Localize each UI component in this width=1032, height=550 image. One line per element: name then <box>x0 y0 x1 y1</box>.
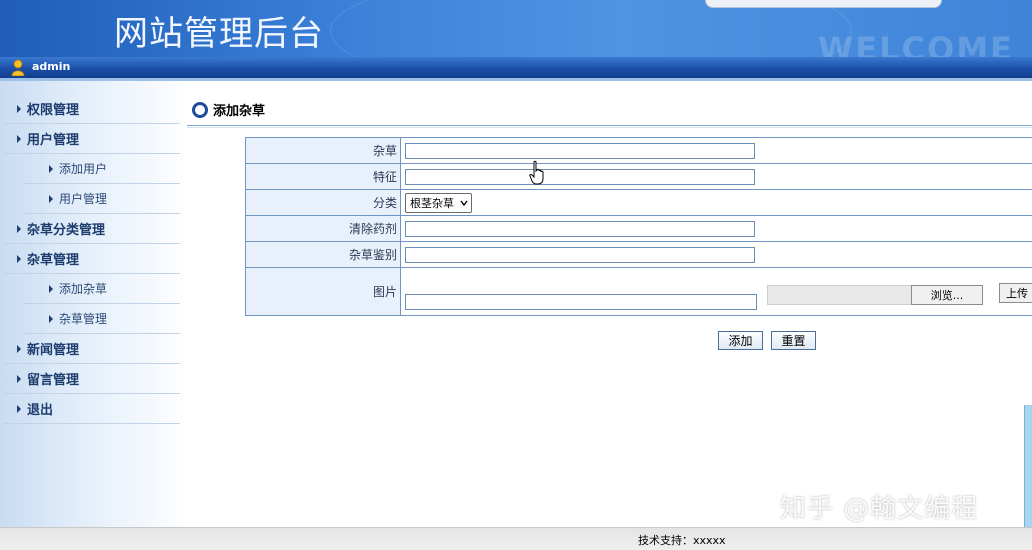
feature-label: 特征 <box>246 164 401 190</box>
sidebar-item-label: 新闻管理 <box>27 339 79 358</box>
add-button[interactable]: 添加 <box>718 331 763 350</box>
caret-right-icon <box>49 195 53 203</box>
image-label: 图片 <box>246 268 401 316</box>
caret-right-icon <box>49 165 53 173</box>
sidebar-item-label: 杂草管理 <box>27 249 79 268</box>
sidebar-item-logout[interactable]: 退出 <box>4 394 180 424</box>
bullet-circle-icon <box>192 102 208 118</box>
user-bar: admin <box>0 57 1032 78</box>
header-banner: 网站管理后台 WELCOME <box>0 0 1032 57</box>
sidebar-subitem-user-management[interactable]: 用户管理 <box>24 184 180 214</box>
tech-support-text: 技术支持：xxxxx <box>638 532 726 548</box>
weed-name-input[interactable] <box>405 143 755 159</box>
sidebar-item-label: 杂草分类管理 <box>27 219 105 238</box>
sidebar-item-label: 用户管理 <box>27 129 79 148</box>
page-title-text: 添加杂草 <box>213 100 265 119</box>
caret-right-icon <box>17 105 21 113</box>
welcome-text: WELCOME <box>818 30 1014 57</box>
form-row-image: 图片 浏览... 上传 <box>246 268 1032 316</box>
sidebar-item-user-management[interactable]: 用户管理 <box>4 124 180 154</box>
feature-input[interactable] <box>405 169 755 185</box>
sidebar-item-permission-management[interactable]: 权限管理 <box>4 94 180 124</box>
sidebar-item-label: 添加杂草 <box>59 280 107 297</box>
chevron-down-icon <box>460 199 468 207</box>
form-row-identification: 杂草鉴别 <box>246 242 1032 268</box>
sidebar-item-label: 添加用户 <box>59 160 107 177</box>
caret-right-icon <box>17 255 21 263</box>
sidebar-item-label: 杂草管理 <box>59 310 107 327</box>
upload-button[interactable]: 上传 <box>999 283 1032 303</box>
sidebar-item-weed-management[interactable]: 杂草管理 <box>4 244 180 274</box>
herbicide-label: 清除药剂 <box>246 216 401 242</box>
caret-right-icon <box>49 315 53 323</box>
caret-right-icon <box>17 345 21 353</box>
sidebar-item-label: 权限管理 <box>27 99 79 118</box>
sidebar-item-message-management[interactable]: 留言管理 <box>4 364 180 394</box>
sidebar-item-label: 退出 <box>27 399 53 418</box>
browse-button[interactable]: 浏览... <box>911 285 983 305</box>
site-title: 网站管理后台 <box>114 6 324 55</box>
form-row-category: 分类 根茎杂草 <box>246 190 1032 216</box>
caret-right-icon <box>49 285 53 293</box>
category-select[interactable]: 根茎杂草 <box>405 193 472 213</box>
category-selected-value: 根茎杂草 <box>410 195 454 211</box>
sidebar-item-weed-category-management[interactable]: 杂草分类管理 <box>4 214 180 244</box>
caret-right-icon <box>17 225 21 233</box>
sidebar-subitem-add-user[interactable]: 添加用户 <box>24 154 180 184</box>
add-weed-form: 杂草 特征 分类 根茎杂草 清除药剂 杂草鉴别 <box>245 137 1032 316</box>
page-title: 添加杂草 <box>192 100 265 119</box>
weed-label: 杂草 <box>246 138 401 164</box>
form-row-feature: 特征 <box>246 164 1032 190</box>
sidebar-subitem-add-weed[interactable]: 添加杂草 <box>24 274 180 304</box>
hand-cursor-icon <box>528 160 548 186</box>
category-label: 分类 <box>246 190 401 216</box>
footer: 技术支持：xxxxx <box>0 527 1032 550</box>
caret-right-icon <box>17 405 21 413</box>
title-divider-shadow <box>187 127 1032 128</box>
top-search-pill <box>705 0 942 8</box>
file-path-box[interactable] <box>767 285 913 305</box>
reset-button[interactable]: 重置 <box>771 331 816 350</box>
sidebar-item-label: 用户管理 <box>59 190 107 207</box>
herbicide-input[interactable] <box>405 221 755 237</box>
sidebar-item-news-management[interactable]: 新闻管理 <box>4 334 180 364</box>
sidebar-item-label: 留言管理 <box>27 369 79 388</box>
form-row-weed: 杂草 <box>246 138 1032 164</box>
user-icon <box>11 59 25 76</box>
identification-input[interactable] <box>405 247 755 263</box>
title-divider <box>187 125 1032 126</box>
image-path-input[interactable] <box>405 294 757 310</box>
sidebar-subitem-weed-management[interactable]: 杂草管理 <box>24 304 180 334</box>
identification-label: 杂草鉴别 <box>246 242 401 268</box>
side-panel-tab[interactable] <box>1024 405 1032 527</box>
header-decoration <box>330 0 852 57</box>
username: admin <box>32 60 70 73</box>
caret-right-icon <box>17 135 21 143</box>
watermark: 知乎 @翰文编程 <box>780 488 978 525</box>
caret-right-icon <box>17 375 21 383</box>
form-row-herbicide: 清除药剂 <box>246 216 1032 242</box>
